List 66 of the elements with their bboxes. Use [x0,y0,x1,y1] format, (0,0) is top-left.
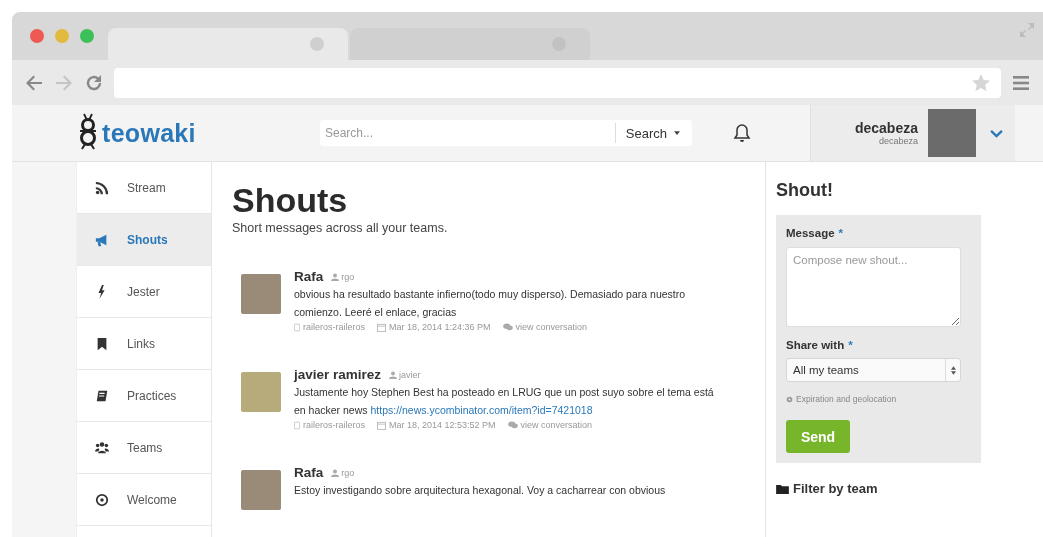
minimize-button[interactable] [55,29,69,43]
comments-icon [507,421,518,429]
user-icon [389,371,398,379]
section-heading: Filter by team [793,481,878,496]
fullscreen-icon [1019,22,1035,38]
shout-text: Justamente hoy Stephen Best ha posteado en LRUG que un post suyo sobre el tema está en hacker news https://news.ycombinator.com/item?id=7421018 [294,385,715,418]
page-subtitle: Short messages across all your teams. [232,221,449,235]
app-logo-text[interactable]: teowaki [102,118,196,148]
caret-icon [674,131,680,135]
author-name[interactable]: Rafa [294,465,324,480]
chevron-down-icon[interactable] [990,128,1003,138]
tab-favicon-icon [310,37,324,51]
people-icon [95,440,109,455]
close-button[interactable] [30,29,44,43]
sidebar-item[interactable]: Shouts [77,214,211,266]
sidebar-item[interactable]: Links [77,318,211,370]
photo-placeholder [241,372,281,412]
book-icon [95,388,109,403]
calendar-icon [377,420,386,430]
photo-placeholder [241,470,281,510]
page-title: Shouts [232,180,349,220]
message-field[interactable]: Compose new shout... [786,247,961,327]
user-icon [331,273,340,281]
share-select[interactable]: All my teams [786,358,961,382]
author-handle: javier [399,370,421,380]
circle-icon [95,492,109,507]
sidebar-item[interactable]: Teams [77,422,211,474]
folder-icon [776,483,789,494]
field-label: Message [786,227,835,239]
panel-title: Shout! [776,179,834,202]
device-icon [294,322,300,332]
shout-date: Mar 18, 2014 1:24:36 PM [389,322,491,332]
author-handle: rgo [341,468,355,478]
author-name[interactable]: Rafa [294,269,324,284]
required-mark: * [838,227,844,239]
megaphone-icon [95,232,109,247]
field-label: Share with [786,339,845,351]
updown-arrows-icon [950,365,956,375]
shout-text: obvious ha resultado bastante infierno(todo muy disperso). Demasiado para nuestro comienzo. Leeré el enlace, gracias [294,287,687,320]
shout-date: Mar 18, 2014 12:53:52 PM [389,420,496,430]
sidebar-item[interactable]: Welcome [77,474,211,526]
photo-placeholder [241,274,281,314]
bell-icon[interactable] [732,123,752,143]
user-handle: decabeza [878,136,918,146]
user-name: decabeza [854,120,918,136]
gear-icon [786,395,793,403]
address-bar[interactable] [114,67,1001,98]
sidebar-item[interactable]: Jester [77,266,211,318]
maximize-button[interactable] [80,29,94,43]
star-icon [971,72,991,93]
sidebar-item[interactable]: Practices [77,370,211,422]
rss-icon [95,180,109,195]
bookmark-icon [95,336,109,351]
shout-link[interactable]: https://news.ycombinator.com/item?id=7421018 [370,404,593,416]
user-icon [331,469,340,477]
comments-icon [502,323,513,331]
photo-placeholder [928,109,976,157]
device-icon [294,420,300,430]
required-mark: * [848,339,853,351]
shout-text: Estoy investigando sobre arquitectura hexagonal. Voy a cacharrear con obvious [294,483,667,498]
search-field[interactable]: Search... Search [320,120,692,146]
author-name[interactable]: javier ramirez [294,367,382,382]
author-handle: rgo [341,272,355,282]
calendar-icon [377,322,386,332]
browser-tab[interactable] [350,28,590,60]
browser-tab[interactable] [108,28,348,60]
